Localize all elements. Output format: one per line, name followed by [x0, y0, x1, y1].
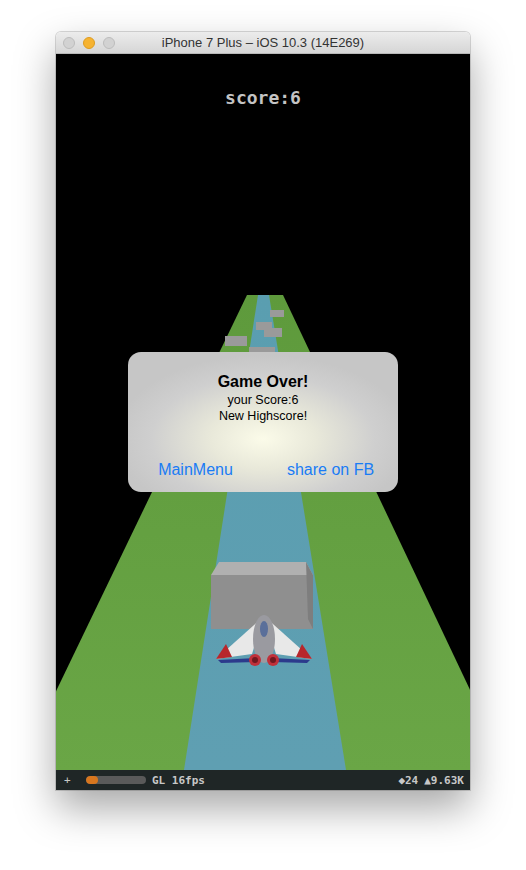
- title-bar: iPhone 7 Plus – iOS 10.3 (14E269): [56, 32, 470, 54]
- frame-time-fill: [86, 776, 98, 784]
- game-over-alert: Game Over! your Score:6New Highscore! Ma…: [128, 352, 398, 492]
- window-title: iPhone 7 Plus – iOS 10.3 (14E269): [162, 35, 364, 50]
- polygon-count: ▲9.63K: [424, 774, 464, 787]
- stats-bar: + GL 16fps ◆24 ▲9.63K: [56, 770, 470, 790]
- obstacle-box: [264, 328, 282, 337]
- alert-message: New Highscore!: [219, 408, 307, 424]
- stats-toggle[interactable]: +: [64, 774, 76, 787]
- grass-road: [56, 295, 470, 770]
- alert-title: Game Over!: [218, 372, 309, 392]
- window-controls: [63, 37, 115, 49]
- alert-button[interactable]: MainMenu: [128, 453, 263, 487]
- close-button[interactable]: [63, 37, 75, 49]
- node-count: ◆24: [398, 774, 418, 787]
- fps-label: GL 16fps: [152, 774, 205, 787]
- frame-time-bar: [86, 776, 146, 784]
- simulator-window: iPhone 7 Plus – iOS 10.3 (14E269) score:…: [56, 32, 470, 790]
- alert-message: your Score:6: [228, 392, 299, 408]
- obstacle-box: [225, 336, 247, 346]
- desktop: iPhone 7 Plus – iOS 10.3 (14E269) score:…: [0, 0, 526, 870]
- spaceship-icon: [216, 615, 312, 666]
- alert-buttons: MainMenushare on FB: [128, 448, 398, 492]
- zoom-button[interactable]: [103, 37, 115, 49]
- alert-button[interactable]: share on FB: [263, 453, 398, 487]
- score-label: score:6: [56, 87, 470, 108]
- game-screen[interactable]: score:6 Game Over! your Score:6New Highs…: [56, 54, 470, 770]
- minimize-button[interactable]: [83, 37, 95, 49]
- obstacle-box: [270, 310, 284, 317]
